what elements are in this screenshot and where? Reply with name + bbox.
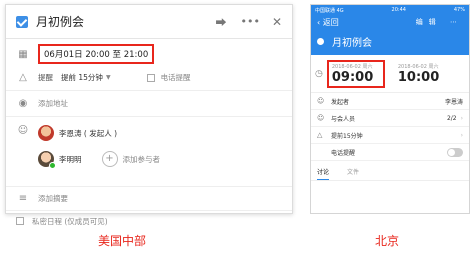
start-time: 09:00 — [331, 69, 374, 85]
start-time-box[interactable]: 2018-06-02 周六 09:00 — [326, 59, 385, 88]
nav-actions: 编辑 ⋯ — [416, 17, 463, 28]
summary-input[interactable]: 添加摘要 — [38, 193, 68, 204]
organizer-row: ☺ 发起者 李恩涛 — [311, 93, 469, 110]
phone-reminder-label: 电话提醒 — [160, 73, 191, 82]
phone-reminder-label: 电话提醒 — [331, 149, 356, 157]
share-icon[interactable]: ⮕ — [215, 14, 226, 30]
attendee-list: 李恩涛 ( 发起人 ) 李明明 + 添加参与者 — [38, 125, 160, 177]
tab-files[interactable]: 文件 — [347, 167, 359, 180]
back-label: 返回 — [322, 18, 339, 27]
end-time-box[interactable]: 2018-06-02 周六 10:00 — [395, 62, 442, 86]
time-row: ▦ 06月01日 20:00 至 21:00 — [6, 43, 292, 65]
event-time[interactable]: 06月01日 20:00 至 21:00 — [38, 44, 155, 64]
attendees-count: 2/2 — [446, 114, 457, 122]
calendar-icon: ▦ — [18, 48, 28, 60]
time-range: ◷ 2018-06-02 周六 09:00 2018-06-02 周六 10:0… — [311, 55, 469, 93]
mobile-header: 中国联通 4G 20:44 47% ‹ 返回 编辑 ⋯ 月初例会 — [311, 5, 469, 55]
organizer-name: 李恩涛 ( 发起人 ) — [59, 128, 118, 138]
attendees-label: 与会人员 — [331, 115, 356, 123]
mobile-nav: ‹ 返回 编辑 ⋯ — [311, 15, 469, 30]
attendees-row[interactable]: ☺ 与会人员 2/2 › — [311, 110, 469, 127]
end-time: 10:00 — [397, 69, 440, 85]
reminder-label: 提前15分钟 — [331, 132, 363, 140]
status-bar: 中国联通 4G 20:44 47% — [311, 5, 469, 15]
bell-icon: △ — [19, 72, 27, 83]
event-title: 月初例会 — [36, 15, 85, 29]
mobile-tabs: 讨论 文件 — [311, 161, 469, 181]
event-header: 月初例会 ⮕ ••• ✕ — [6, 5, 292, 39]
back-button[interactable]: ‹ 返回 — [317, 17, 339, 28]
private-row: 私密日程 (仅成员可见) — [6, 211, 292, 231]
avatar — [38, 125, 54, 141]
organizer-label: 发起者 — [331, 98, 350, 106]
avatar — [38, 151, 56, 169]
mobile-event-screen: 中国联通 4G 20:44 47% ‹ 返回 编辑 ⋯ 月初例会 ◷ 2018-… — [310, 4, 470, 214]
chevron-right-icon: › — [460, 131, 463, 139]
tab-discuss[interactable]: 讨论 — [317, 167, 330, 180]
people-icon: ☺ — [17, 125, 29, 136]
mobile-title-row: 月初例会 — [311, 30, 469, 49]
bell-icon: △ — [317, 131, 323, 139]
close-icon[interactable]: ✕ — [272, 15, 282, 29]
event-checkbox[interactable] — [16, 15, 28, 28]
end-date: 2018-06-02 周六 — [397, 63, 439, 70]
check-icon — [49, 162, 56, 169]
add-attendee-icon[interactable]: + — [101, 151, 118, 167]
phone-reminder-checkbox[interactable] — [146, 73, 155, 82]
reminder-row[interactable]: △ 提前15分钟 › — [311, 127, 469, 144]
caption-right: 北京 — [375, 234, 400, 248]
summary-row[interactable]: ≡ 添加摘要 — [6, 187, 292, 211]
desktop-event-card: 月初例会 ⮕ ••• ✕ ▦ 06月01日 20:00 至 21:00 △ 提醒… — [5, 4, 293, 226]
attendee-name: 李明明 — [59, 154, 82, 164]
reminder-select[interactable]: 提前 15分钟 — [61, 72, 103, 83]
attendees-row: ☺ 李恩涛 ( 发起人 ) 李明明 + 添加参与者 — [6, 117, 292, 187]
attendee-item: 李明明 + 添加参与者 — [38, 151, 161, 169]
phone-reminder-row: 电话提醒 — [311, 144, 469, 161]
location-pin-icon: ◉ — [18, 98, 28, 109]
battery-text: 47% — [453, 7, 465, 13]
address-input[interactable]: 添加地址 — [38, 98, 68, 109]
calendar-dot-icon — [317, 38, 324, 45]
reminder-row: △ 提醒 提前 15分钟 ▼ 电话提醒 — [6, 65, 292, 91]
chevron-right-icon: › — [460, 114, 463, 122]
phone-reminder-toggle[interactable] — [447, 147, 463, 157]
address-row[interactable]: ◉ 添加地址 — [6, 91, 292, 117]
clock-icon: ◷ — [315, 68, 323, 79]
organizer-item: 李恩涛 ( 发起人 ) — [38, 125, 160, 141]
organizer-value: 李恩涛 — [444, 98, 463, 106]
edit-button[interactable]: 编辑 — [416, 18, 442, 26]
reminder-label: 提醒 — [38, 73, 53, 82]
people-icon: ☺ — [317, 114, 325, 122]
private-label: 私密日程 (仅成员可见) — [32, 216, 108, 226]
caption-left: 美国中部 — [98, 234, 147, 248]
summary-icon: ≡ — [18, 193, 28, 204]
start-date: 2018-06-02 周六 — [331, 63, 373, 70]
person-icon: ☺ — [317, 97, 325, 105]
add-attendee-button[interactable]: 添加参与者 — [123, 154, 161, 165]
chevron-down-icon[interactable]: ▼ — [106, 74, 111, 81]
more-icon[interactable]: ••• — [240, 15, 259, 28]
mobile-title: 月初例会 — [332, 38, 372, 49]
more-icon[interactable]: ⋯ — [450, 18, 463, 26]
private-checkbox[interactable] — [16, 217, 24, 225]
carrier-text: 中国联通 4G — [315, 8, 344, 14]
clock-text: 20:44 — [391, 7, 406, 13]
